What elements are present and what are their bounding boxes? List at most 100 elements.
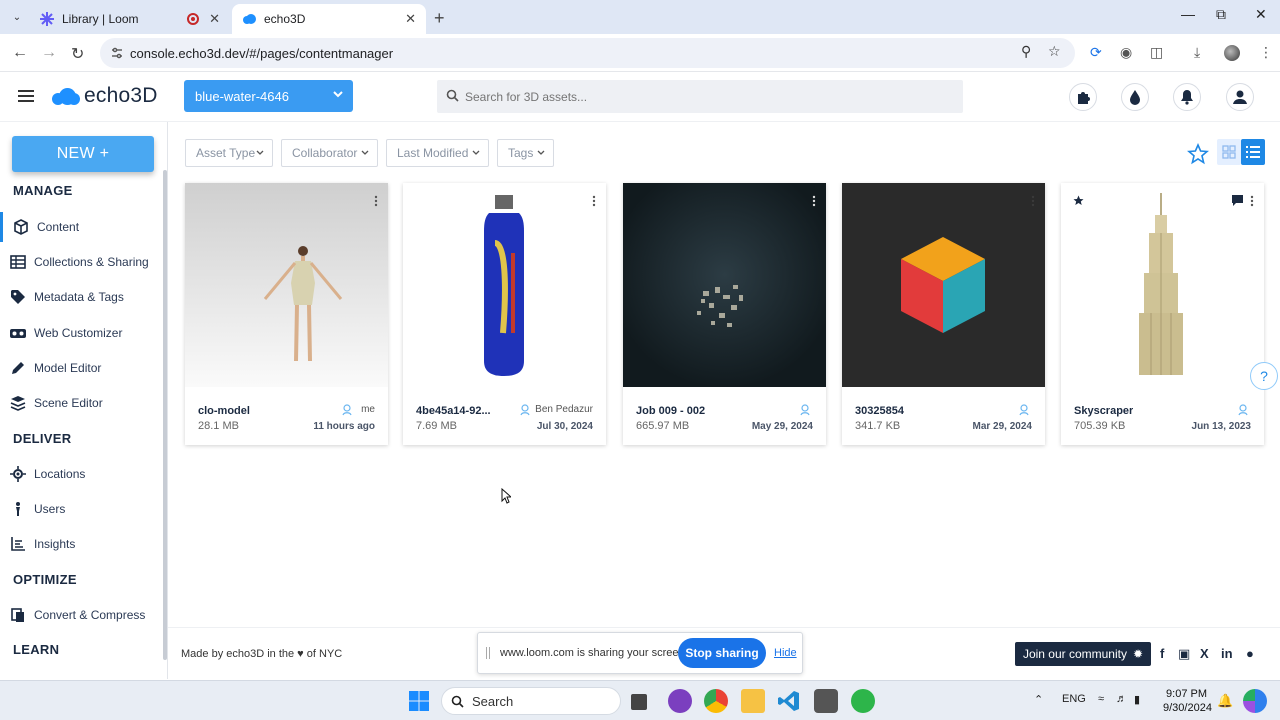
asset-card[interactable]: clo-model 28.1 MB me 11 hours ago (185, 183, 388, 445)
sidebar-scrollbar[interactable] (163, 170, 167, 660)
user-icon (1019, 404, 1029, 416)
messaging-app-icon[interactable] (851, 689, 875, 713)
wifi-icon[interactable]: ≈ (1098, 693, 1104, 705)
asset-thumbnail[interactable] (185, 183, 388, 387)
project-select[interactable]: blue-water-4646 (184, 80, 353, 112)
asset-name[interactable]: Skyscraper (1074, 405, 1133, 417)
tab-search-dropdown-icon[interactable]: ⌄ (8, 8, 26, 26)
download-icon[interactable]: ⤓ (1194, 44, 1200, 61)
close-tab-icon[interactable]: ✕ (209, 11, 220, 27)
taskbar-search[interactable]: Search (441, 687, 621, 715)
more-options-icon[interactable] (812, 195, 816, 207)
sidebar-item-scene-editor[interactable]: Scene Editor (0, 388, 160, 418)
asset-thumbnail[interactable] (623, 183, 826, 387)
taskbar-clock[interactable]: 9:07 PM 9/30/2024 (1163, 687, 1212, 715)
browser-tab-loom[interactable]: Library | Loom ✕ (30, 4, 230, 34)
help-button[interactable]: ? (1250, 362, 1278, 390)
notification-bell-icon[interactable] (1173, 83, 1201, 111)
extension-sync-icon[interactable]: ⟳ (1090, 44, 1102, 61)
search-input[interactable] (437, 80, 963, 113)
linkedin-icon[interactable]: in (1221, 646, 1233, 661)
notifications-bell-icon[interactable]: 🔔 (1217, 693, 1233, 709)
browser-menu-icon[interactable]: ⋮ (1259, 44, 1273, 61)
close-tab-icon[interactable]: ✕ (405, 11, 416, 27)
minimize-icon[interactable]: — (1181, 6, 1195, 22)
hamburger-menu-icon[interactable] (18, 90, 34, 102)
echo3d-logo[interactable]: echo3D (52, 84, 158, 108)
asset-name[interactable]: clo-model (198, 405, 250, 417)
hide-link[interactable]: Hide (774, 647, 797, 659)
new-tab-icon[interactable]: + (434, 8, 445, 29)
camera-icon[interactable]: ◉ (1120, 44, 1132, 61)
more-options-icon[interactable] (1031, 195, 1035, 207)
task-view-icon[interactable] (631, 694, 647, 710)
windows-start-icon[interactable] (407, 689, 431, 713)
reload-icon[interactable]: ↻ (71, 44, 84, 64)
join-community-button[interactable]: Join our community ✹ (1015, 642, 1151, 666)
asset-name[interactable]: 4be45a14-92... (416, 405, 491, 417)
profile-avatar[interactable] (1224, 45, 1240, 61)
language-indicator[interactable]: ENG (1062, 693, 1086, 705)
filter-tags[interactable]: Tags (497, 139, 554, 167)
window-close-icon[interactable]: ✕ (1255, 6, 1267, 23)
show-hidden-icons-icon[interactable]: ⌃ (1034, 693, 1043, 706)
site-info-icon[interactable] (110, 46, 124, 60)
drag-handle-icon[interactable] (486, 647, 490, 659)
extensions-puzzle-icon[interactable]: ◫ (1150, 44, 1163, 61)
asset-thumbnail[interactable] (842, 183, 1045, 387)
github-icon[interactable]: ● (1246, 646, 1254, 661)
sidebar-item-locations[interactable]: Locations (0, 459, 160, 489)
asset-name[interactable]: Job 009 - 002 (636, 405, 705, 417)
more-options-icon[interactable] (374, 195, 378, 207)
asset-thumbnail[interactable] (1061, 183, 1264, 387)
stop-sharing-button[interactable]: Stop sharing (678, 638, 766, 668)
back-icon[interactable]: ← (12, 44, 28, 62)
battery-icon[interactable]: ▮ (1134, 693, 1140, 706)
filter-asset-type[interactable]: Asset Type (185, 139, 273, 167)
instagram-icon[interactable]: ▣ (1178, 646, 1190, 662)
forward-icon[interactable]: → (41, 44, 57, 62)
github-desktop-icon[interactable] (668, 689, 692, 713)
vscode-icon[interactable] (777, 689, 801, 713)
comment-icon[interactable] (1232, 195, 1243, 206)
sidebar-item-users[interactable]: Users (0, 494, 160, 524)
integrations-puzzle-icon[interactable] (1069, 83, 1097, 111)
favorites-star-icon[interactable] (1187, 143, 1209, 165)
grid-view-toggle[interactable] (1217, 139, 1241, 165)
facebook-icon[interactable]: f (1160, 646, 1164, 661)
sidebar-item-convert[interactable]: Convert & Compress (0, 600, 160, 630)
url-field[interactable]: console.echo3d.dev/#/pages/contentmanage… (100, 38, 1075, 68)
sidebar-item-web-customizer[interactable]: Web Customizer (0, 318, 160, 348)
copilot-icon[interactable] (1243, 689, 1267, 713)
chrome-icon[interactable] (704, 689, 728, 713)
asset-card[interactable]: 30325854 341.7 KB Mar 29, 2024 (842, 183, 1045, 445)
asset-card[interactable]: Skyscraper 705.39 KB Jun 13, 2023 (1061, 183, 1264, 445)
asset-card[interactable]: Job 009 - 002 665.97 MB May 29, 2024 (623, 183, 826, 445)
new-asset-button[interactable]: NEW + (12, 136, 154, 172)
list-icon (1246, 146, 1260, 158)
zoom-icon[interactable]: ⚲ (1021, 43, 1031, 60)
restore-icon[interactable]: ⧉ (1216, 6, 1226, 23)
more-options-icon[interactable] (1250, 195, 1254, 207)
list-view-toggle[interactable] (1241, 139, 1265, 165)
asset-name[interactable]: 30325854 (855, 405, 904, 417)
asset-thumbnail[interactable] (403, 183, 606, 387)
water-drop-icon[interactable] (1121, 83, 1149, 111)
sidebar-item-insights[interactable]: Insights (0, 529, 160, 559)
x-twitter-icon[interactable]: X (1200, 646, 1209, 661)
unity-icon[interactable] (814, 689, 838, 713)
sidebar-item-collections[interactable]: Collections & Sharing (0, 247, 160, 277)
favorite-star-icon[interactable] (1073, 195, 1084, 206)
volume-icon[interactable]: ♬ (1116, 693, 1127, 705)
bookmark-star-icon[interactable]: ☆ (1048, 43, 1061, 60)
filter-last-modified[interactable]: Last Modified (386, 139, 489, 167)
sidebar-item-metadata[interactable]: Metadata & Tags (0, 282, 160, 312)
filter-collaborator[interactable]: Collaborator (281, 139, 378, 167)
asset-card[interactable]: 4be45a14-92... 7.69 MB Ben Pedazur Jul 3… (403, 183, 606, 445)
file-explorer-icon[interactable] (741, 689, 765, 713)
account-icon[interactable] (1226, 83, 1254, 111)
more-options-icon[interactable] (592, 195, 596, 207)
sidebar-item-model-editor[interactable]: Model Editor (0, 353, 160, 383)
sidebar-item-content[interactable]: Content (0, 212, 160, 242)
browser-tab-echo3d[interactable]: echo3D ✕ (232, 4, 426, 34)
